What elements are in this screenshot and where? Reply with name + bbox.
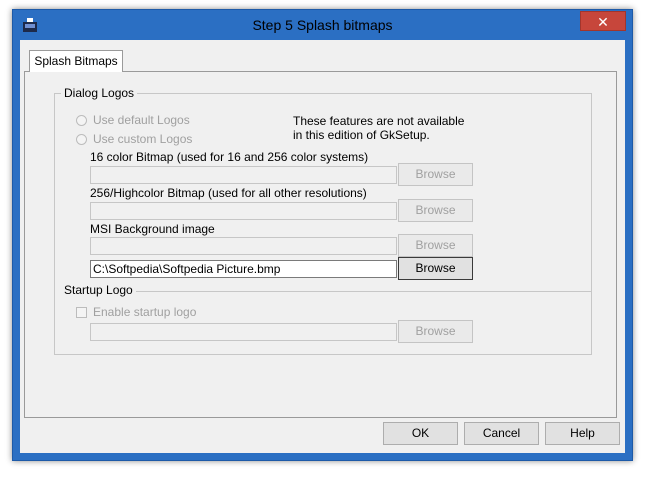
startup-logo-separator (133, 291, 592, 292)
title-bar[interactable]: Step 5 Splash bitmaps ✕ (13, 10, 632, 40)
ok-button[interactable]: OK (383, 422, 458, 445)
use-default-logos-radio[interactable] (76, 115, 87, 126)
bitmap16-path-input[interactable] (90, 166, 397, 184)
startup-logo-browse-button[interactable]: Browse (398, 320, 473, 343)
bitmap16-label: 16 color Bitmap (used for 16 and 256 col… (90, 150, 369, 164)
highcolor-label: 256/Highcolor Bitmap (used for all other… (90, 186, 367, 200)
cancel-button[interactable]: Cancel (464, 422, 539, 445)
startup-logo-legend: Startup Logo (61, 283, 136, 297)
close-button[interactable]: ✕ (580, 11, 626, 31)
dialog-window: Step 5 Splash bitmaps ✕ Splash Bitmaps D… (12, 9, 633, 461)
use-default-logos-label: Use default Logos (93, 113, 190, 127)
enable-startup-logo-checkbox[interactable] (76, 307, 87, 318)
enable-startup-logo-label: Enable startup logo (93, 305, 197, 319)
highcolor-browse-button[interactable]: Browse (398, 199, 473, 222)
picture-path-input[interactable]: C:\Softpedia\Softpedia Picture.bmp (90, 260, 397, 278)
bitmap16-browse-button[interactable]: Browse (398, 163, 473, 186)
edition-notice-line1: These features are not available (293, 114, 465, 128)
tab-splash-bitmaps[interactable]: Splash Bitmaps (29, 50, 123, 72)
window-title: Step 5 Splash bitmaps (252, 17, 393, 33)
picture-browse-button[interactable]: Browse (398, 257, 473, 280)
edition-notice-line2: in this edition of GkSetup. (293, 128, 430, 142)
highcolor-path-input[interactable] (90, 202, 397, 220)
msi-background-path-input[interactable] (90, 237, 397, 255)
use-custom-logos-label: Use custom Logos (93, 132, 193, 146)
help-button[interactable]: Help (545, 422, 620, 445)
msi-background-label: MSI Background image (90, 222, 215, 236)
dialog-client-area: Splash Bitmaps Dialog Logos Use default … (20, 40, 625, 453)
use-custom-logos-radio[interactable] (76, 134, 87, 145)
startup-logo-path-input[interactable] (90, 323, 397, 341)
dialog-logos-group: Dialog Logos Use default Logos Use custo… (54, 86, 592, 355)
msi-browse-button[interactable]: Browse (398, 234, 473, 257)
dialog-logos-legend: Dialog Logos (61, 86, 138, 100)
